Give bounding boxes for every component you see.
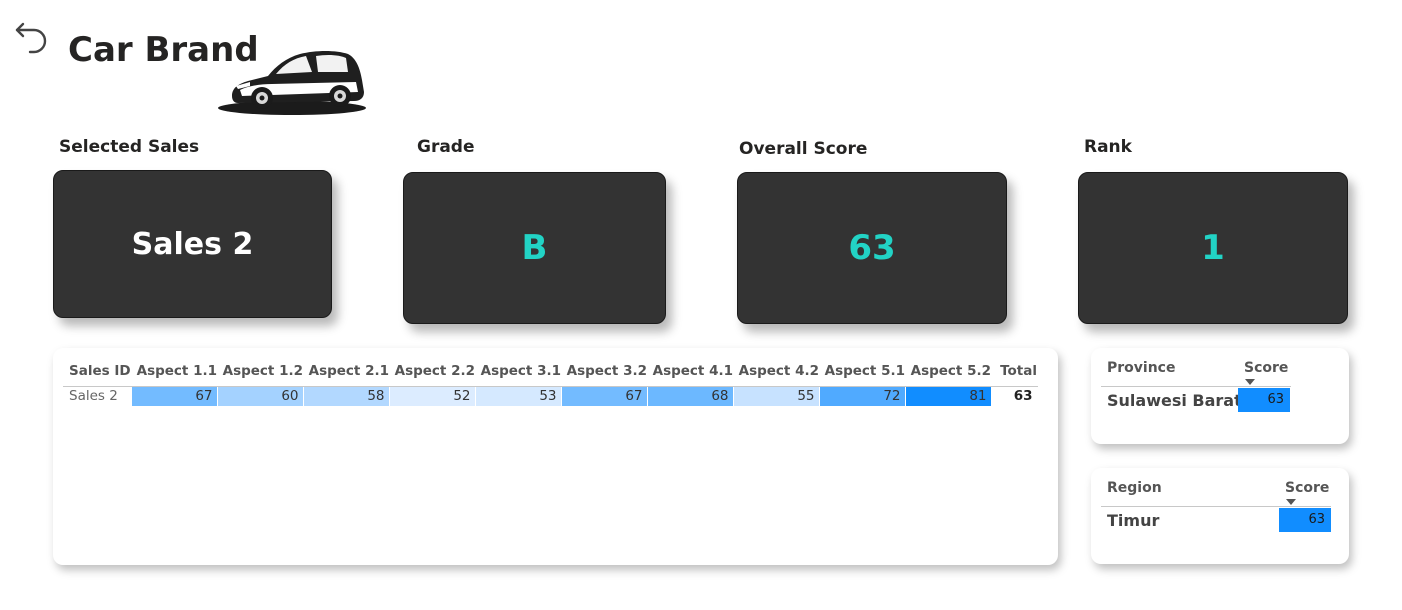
column-header[interactable]: Aspect 5.2 <box>905 356 991 387</box>
overall-score-card[interactable]: 63 <box>737 172 1007 324</box>
region-score-panel[interactable]: Region Score Timur 63 <box>1091 468 1349 564</box>
selected-sales-card[interactable]: Sales 2 <box>53 170 332 318</box>
sort-descending-icon[interactable] <box>1245 379 1255 385</box>
sort-descending-icon[interactable] <box>1286 499 1296 505</box>
score-column-header[interactable]: Score <box>1244 360 1288 376</box>
column-header[interactable]: Sales ID <box>63 356 131 387</box>
header-divider <box>1101 386 1291 387</box>
column-header[interactable]: Aspect 3.2 <box>561 356 647 387</box>
aspect-matrix-table[interactable]: Sales ID Aspect 1.1 Aspect 1.2 Aspect 2.… <box>63 356 1038 406</box>
rank-card[interactable]: 1 <box>1078 172 1348 324</box>
rank-label: Rank <box>1084 137 1132 157</box>
selected-sales-label: Selected Sales <box>59 137 200 157</box>
aspect-cell[interactable]: 52 <box>389 386 476 406</box>
column-header[interactable]: Aspect 1.1 <box>131 356 217 387</box>
overall-score-value: 63 <box>848 228 896 268</box>
score-column-header[interactable]: Score <box>1285 480 1329 496</box>
region-score-cell[interactable]: 63 <box>1279 508 1331 532</box>
column-header[interactable]: Aspect 1.2 <box>217 356 303 387</box>
overall-score-label: Overall Score <box>739 139 868 159</box>
sales-id-cell[interactable]: Sales 2 <box>63 386 132 406</box>
header-divider <box>1101 506 1331 507</box>
column-header[interactable]: Aspect 2.2 <box>389 356 475 387</box>
province-column-header[interactable]: Province <box>1107 360 1175 376</box>
province-score-panel[interactable]: Province Score Sulawesi Barat 63 <box>1091 348 1349 444</box>
rank-value: 1 <box>1201 228 1225 268</box>
grade-value: B <box>521 228 548 268</box>
column-header[interactable]: Aspect 4.2 <box>733 356 819 387</box>
total-cell[interactable]: 63 <box>991 386 1038 406</box>
aspect-cell[interactable]: 67 <box>131 386 218 406</box>
aspect-cell[interactable]: 58 <box>303 386 390 406</box>
grade-card[interactable]: B <box>403 172 666 324</box>
province-score-cell[interactable]: 63 <box>1238 388 1290 412</box>
aspect-cell[interactable]: 68 <box>647 386 734 406</box>
aspect-cell[interactable]: 81 <box>905 386 992 406</box>
aspect-matrix-panel[interactable]: Sales ID Aspect 1.1 Aspect 1.2 Aspect 2.… <box>53 348 1058 565</box>
column-header[interactable]: Aspect 4.1 <box>647 356 733 387</box>
region-name[interactable]: Timur <box>1107 511 1159 530</box>
column-header[interactable]: Total <box>991 356 1037 387</box>
region-column-header[interactable]: Region <box>1107 480 1162 496</box>
aspect-cell[interactable]: 55 <box>733 386 820 406</box>
table-row[interactable]: Sales 2 67 60 58 52 53 67 68 55 72 81 63 <box>63 386 1038 406</box>
aspect-cell[interactable]: 53 <box>475 386 562 406</box>
undo-arrow-icon[interactable] <box>14 16 50 56</box>
car-silhouette-icon <box>216 46 368 118</box>
grade-label: Grade <box>417 137 475 157</box>
selected-sales-value: Sales 2 <box>131 226 254 262</box>
column-header[interactable]: Aspect 5.1 <box>819 356 905 387</box>
province-name[interactable]: Sulawesi Barat <box>1107 391 1242 410</box>
column-header[interactable]: Aspect 2.1 <box>303 356 389 387</box>
aspect-cell[interactable]: 72 <box>819 386 906 406</box>
column-header[interactable]: Aspect 3.1 <box>475 356 561 387</box>
aspect-cell[interactable]: 60 <box>217 386 304 406</box>
aspect-cell[interactable]: 67 <box>561 386 648 406</box>
